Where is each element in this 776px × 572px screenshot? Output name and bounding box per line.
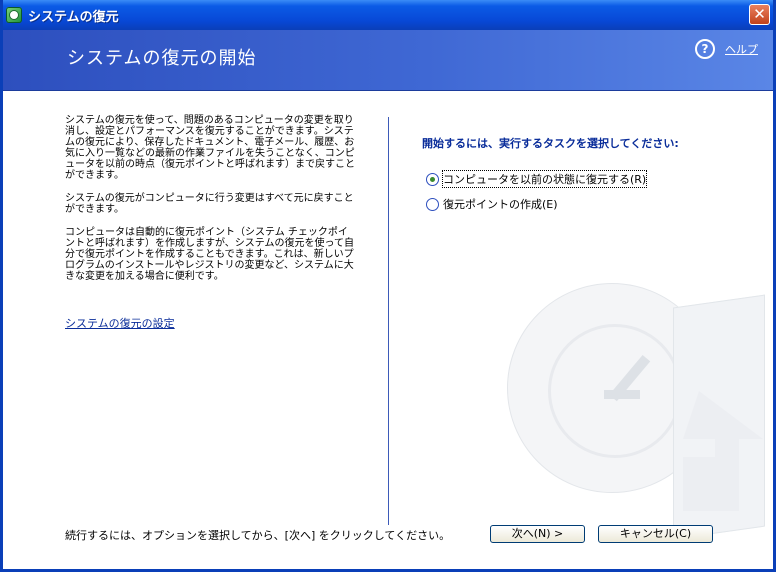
- footer-instruction: 続行するには、オプションを選択してから、[次へ] をクリックしてください。: [65, 529, 451, 542]
- close-button[interactable]: ✕: [749, 4, 770, 25]
- description-text: システムの復元を使って、問題のあるコンピュータの変更を取り消し、設定とパフォーマ…: [65, 115, 357, 294]
- description-paragraph-2: システムの復元がコンピュータに行う変更はすべて元に戻すことができます。: [65, 193, 354, 215]
- radio-create-restore-point[interactable]: [426, 197, 439, 211]
- window-title: システムの復元: [28, 10, 119, 25]
- description-paragraph-1: システムの復元を使って、問題のあるコンピュータの変更を取り消し、設定とパフォーマ…: [65, 115, 355, 181]
- wizard-header: システムの復元の開始 ? ヘルプ: [3, 30, 773, 91]
- wizard-content: システムの復元を使って、問題のあるコンピュータの変更を取り消し、設定とパフォーマ…: [3, 91, 773, 569]
- system-restore-settings-link[interactable]: システムの復元の設定: [65, 315, 175, 331]
- help-link[interactable]: ヘルプ: [725, 41, 758, 57]
- next-button[interactable]: 次へ(N) >: [490, 525, 585, 543]
- clock-hand-minute: [604, 390, 640, 399]
- page-title: システムの復元の開始: [67, 48, 257, 69]
- option-restore-computer[interactable]: コンピュータを以前の状態に復元する(R): [426, 170, 648, 188]
- description-paragraph-3: コンピュータは自動的に復元ポイント（システム チェックポイントと呼ばれます）を作…: [65, 227, 354, 282]
- task-prompt: 開始するには、実行するタスクを選択してください:: [422, 137, 679, 150]
- panel-divider: [388, 117, 389, 525]
- help-icon[interactable]: ?: [695, 39, 715, 59]
- option-create-restore-point[interactable]: 復元ポイントの作成(E): [426, 196, 558, 212]
- cancel-button[interactable]: キャンセル(C): [598, 525, 713, 543]
- radio-restore-computer[interactable]: [426, 172, 439, 186]
- option-restore-computer-label[interactable]: コンピュータを以前の状態に復元する(R): [441, 170, 648, 188]
- system-restore-window: システムの復元 ✕ システムの復元の開始 ? ヘルプ システムの復元を使って、問…: [0, 0, 776, 572]
- option-create-restore-point-label[interactable]: 復元ポイントの作成(E): [443, 196, 558, 212]
- system-restore-icon: [6, 7, 22, 23]
- title-bar[interactable]: システムの復元 ✕: [3, 0, 773, 30]
